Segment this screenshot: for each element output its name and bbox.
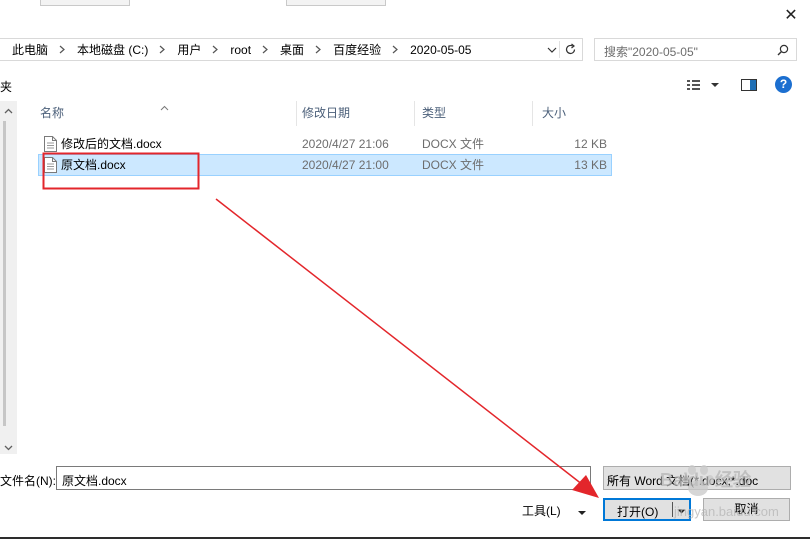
arrow-line: [215, 198, 593, 493]
open-button-label: 打开(O): [617, 505, 659, 519]
search-input[interactable]: 搜索"2020-05-05": [594, 38, 797, 61]
file-type-filter-select[interactable]: 所有 Word 文档(*.docx;*.doc: [603, 466, 791, 490]
chevron-right-icon[interactable]: [262, 45, 268, 54]
column-header-date[interactable]: 修改日期: [292, 101, 415, 126]
refresh-icon[interactable]: [564, 43, 577, 56]
cancel-button[interactable]: 取消: [703, 498, 790, 521]
top-tab-strip: [0, 0, 810, 6]
file-size: 12 KB: [574, 137, 607, 151]
caret-down-icon[interactable]: [578, 506, 586, 515]
breadcrumb-item[interactable]: 桌面: [280, 41, 304, 58]
file-name: 修改后的文档.docx: [61, 137, 162, 151]
file-type-filter-value: 所有 Word 文档(*.docx;*.doc: [607, 474, 759, 488]
filename-value: 原文档.docx: [62, 474, 127, 488]
column-header-name[interactable]: 名称: [30, 101, 297, 126]
close-icon[interactable]: ✕: [784, 7, 798, 23]
column-header-row: 名称 修改日期 类型 大小: [30, 101, 620, 126]
tab-fragment: [40, 0, 130, 6]
scroll-down-icon[interactable]: [4, 441, 13, 451]
breadcrumb-item[interactable]: 2020-05-05: [410, 43, 471, 57]
chevron-right-icon[interactable]: [59, 45, 65, 54]
chevron-down-icon[interactable]: [607, 474, 616, 484]
document-icon: [44, 157, 57, 173]
help-icon[interactable]: ?: [775, 76, 792, 93]
file-type: DOCX 文件: [422, 137, 485, 151]
file-row[interactable]: 修改后的文档.docx 2020/4/27 21:06 DOCX 文件 12 K…: [38, 133, 612, 155]
file-type: DOCX 文件: [422, 158, 485, 172]
filename-field[interactable]: 原文档.docx: [56, 466, 591, 490]
search-icon[interactable]: [777, 44, 789, 56]
view-options-icon[interactable]: [686, 78, 722, 92]
column-header-type[interactable]: 类型: [412, 101, 533, 126]
scrollbar-thumb[interactable]: [3, 121, 6, 426]
breadcrumb-item[interactable]: 百度经验: [333, 41, 381, 58]
file-row-selected[interactable]: 原文档.docx 2020/4/27 21:00 DOCX 文件 13 KB: [38, 154, 612, 176]
file-date: 2020/4/27 21:00: [302, 158, 389, 172]
document-icon: [44, 136, 57, 152]
chevron-right-icon[interactable]: [212, 45, 219, 54]
chevron-right-icon[interactable]: [392, 45, 398, 54]
preview-pane-icon[interactable]: [741, 78, 757, 92]
address-bar[interactable]: 此电脑 本地磁盘 (C:) 用户 root 桌面 百度经验 2020-05-05: [0, 38, 583, 61]
divider: [559, 41, 560, 58]
breadcrumb-item[interactable]: 本地磁盘 (C:): [77, 41, 148, 58]
tools-menu-button[interactable]: 工具(L): [522, 502, 561, 519]
filename-label: 文件名(N):: [0, 474, 56, 488]
file-name: 原文档.docx: [61, 158, 126, 172]
chevron-right-icon[interactable]: [159, 45, 166, 54]
nav-pane-label[interactable]: 夹: [0, 78, 12, 95]
scroll-up-icon[interactable]: [4, 105, 13, 114]
search-placeholder: 搜索"2020-05-05": [604, 45, 698, 59]
file-size: 13 KB: [574, 158, 607, 172]
tab-fragment: [286, 0, 386, 6]
divider: [672, 502, 673, 517]
breadcrumb-item[interactable]: 此电脑: [12, 41, 48, 58]
chevron-down-icon[interactable]: [547, 44, 557, 54]
column-header-size[interactable]: 大小: [532, 101, 612, 126]
open-button[interactable]: 打开(O): [603, 498, 691, 521]
nav-pane-scrollbar[interactable]: [0, 101, 17, 454]
file-date: 2020/4/27 21:06: [302, 137, 389, 151]
caret-down-icon[interactable]: [677, 505, 686, 514]
breadcrumb-item[interactable]: root: [230, 43, 251, 57]
breadcrumb-item[interactable]: 用户: [177, 41, 201, 58]
breadcrumb: 此电脑 本地磁盘 (C:) 用户 root 桌面 百度经验 2020-05-05: [12, 39, 471, 60]
chevron-right-icon[interactable]: [315, 45, 321, 54]
